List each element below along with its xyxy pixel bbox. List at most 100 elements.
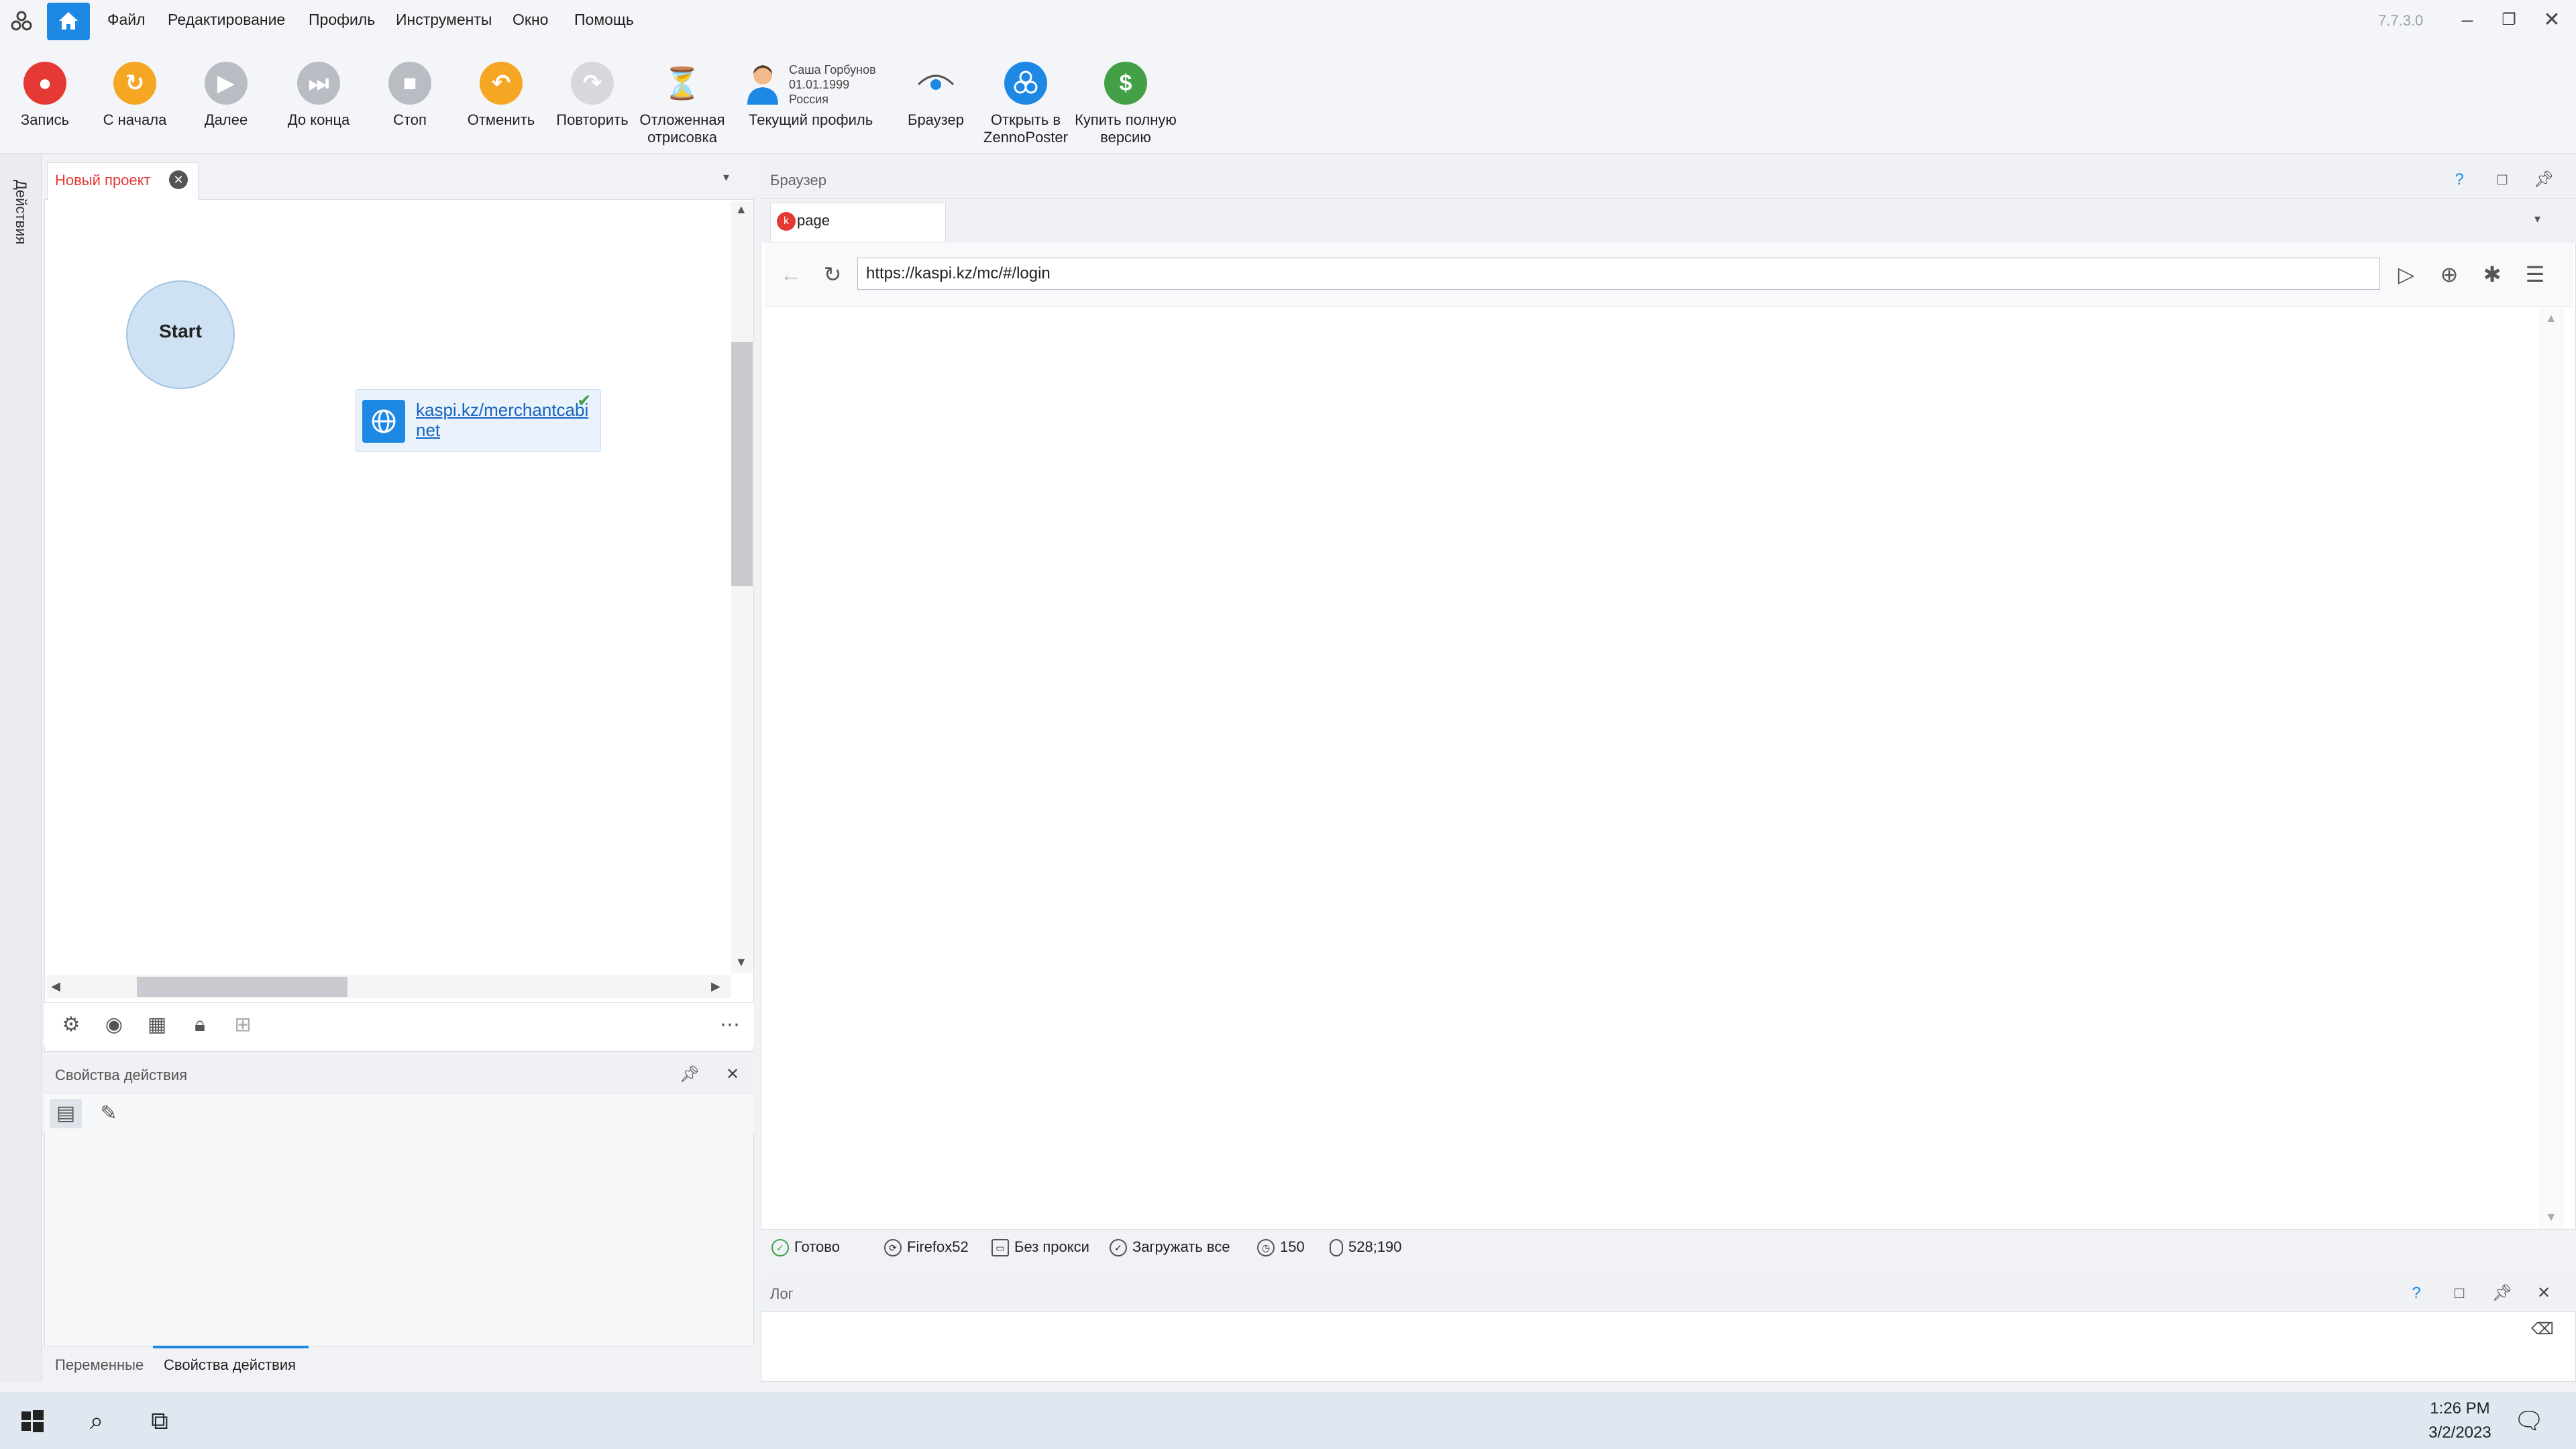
action-node-link[interactable]: kaspi.kz/merchantcabinet xyxy=(416,400,589,440)
help-icon[interactable]: ? xyxy=(2404,1281,2428,1305)
profile-name: Саша Горбунов xyxy=(789,63,876,76)
left-side-strip xyxy=(0,154,42,1382)
globe-icon xyxy=(362,400,405,443)
browser-viewport[interactable] xyxy=(765,309,2573,1229)
menu-window[interactable]: Окно xyxy=(513,11,548,29)
record-button[interactable]: ● Запись xyxy=(1,62,89,129)
page-favicon-icon: k xyxy=(777,212,796,231)
browser-button[interactable]: Браузер xyxy=(892,62,979,129)
menu-help[interactable]: Помощь xyxy=(574,11,634,29)
undo-icon: ↶ xyxy=(480,62,523,105)
tab-action-properties[interactable]: Свойства действия xyxy=(164,1356,296,1374)
canvas-horizontal-scroll-thumb[interactable] xyxy=(137,977,347,997)
current-profile-button[interactable]: Саша Горбунов 01.01.1999 Россия Текущий … xyxy=(738,62,906,149)
properties-list-icon: ▤ xyxy=(56,1102,76,1124)
to-end-button[interactable]: ⏭ До конца xyxy=(275,62,362,129)
panel-title: Свойства действия xyxy=(55,1067,188,1083)
restart-icon: ↻ xyxy=(113,62,156,105)
maximize-icon[interactable]: □ xyxy=(2490,168,2514,192)
dollar-icon: $ xyxy=(1104,62,1147,105)
actions-side-tab[interactable]: Действия xyxy=(12,180,30,244)
eraser-icon[interactable]: ⌫ xyxy=(2530,1318,2555,1342)
menu-edit[interactable]: Редактирование xyxy=(168,11,285,29)
edit-list-icon[interactable]: ✎ xyxy=(95,1100,122,1127)
monitor-icon: ▭ xyxy=(991,1239,1009,1257)
extension-icon[interactable]: ✱ xyxy=(2477,259,2508,290)
panel-title: Браузер xyxy=(770,172,826,189)
clock-date[interactable]: 3/2/2023 xyxy=(2423,1424,2497,1442)
next-button[interactable]: ▶ Далее xyxy=(182,62,270,129)
menu-file[interactable]: Файл xyxy=(107,11,146,29)
chevron-down-icon[interactable]: ▾ xyxy=(2534,212,2540,226)
settings-icon[interactable]: ⚙ xyxy=(58,1012,85,1038)
user-circle-icon[interactable]: ◉ xyxy=(101,1012,127,1038)
close-icon[interactable]: ✕ xyxy=(720,1063,745,1087)
minimize-icon[interactable]: – xyxy=(2454,7,2481,34)
open-in-zennoposter-button[interactable]: Открыть в ZennoPoster xyxy=(982,62,1069,146)
canvas-vertical-scrollbar[interactable] xyxy=(731,201,753,973)
browser-vertical-scrollbar[interactable] xyxy=(2540,309,2564,1229)
windows-start-icon[interactable] xyxy=(16,1405,48,1437)
help-icon[interactable]: ? xyxy=(2447,168,2471,192)
close-icon[interactable]: ✕ xyxy=(2538,7,2565,34)
scroll-up-icon[interactable]: ▲ xyxy=(2545,311,2557,325)
browser-tab-strip xyxy=(761,199,2576,243)
add-block-icon[interactable]: ⊞ xyxy=(229,1012,256,1038)
skip-end-icon: ⏭ xyxy=(297,62,340,105)
properties-tools xyxy=(44,1093,754,1132)
buy-full-version-button[interactable]: $ Купить полную версию xyxy=(1072,62,1179,146)
status-load[interactable]: ✓ Загружать все xyxy=(1110,1238,1230,1257)
home-button[interactable] xyxy=(47,3,90,40)
close-icon[interactable]: ✕ xyxy=(2532,1281,2556,1305)
maximize-icon[interactable]: □ xyxy=(2447,1281,2471,1305)
back-arrow-icon[interactable]: ← xyxy=(775,259,806,290)
notifications-icon[interactable]: 🗨︎ xyxy=(2513,1405,2545,1437)
status-cursor: 528;190 xyxy=(1330,1238,1402,1257)
search-icon[interactable]: ⌕ xyxy=(80,1405,113,1437)
play-icon[interactable]: ▷ xyxy=(2391,259,2422,290)
browser-engine-icon: ⟳ xyxy=(884,1239,902,1257)
more-icon[interactable]: ⋯ xyxy=(716,1012,743,1038)
menu-tools[interactable]: Инструменты xyxy=(396,11,492,29)
menu-bar xyxy=(0,0,2576,43)
url-field[interactable] xyxy=(857,258,2380,290)
clock-time[interactable]: 1:26 PM xyxy=(2423,1399,2497,1418)
status-timeout[interactable]: ◷ 150 xyxy=(1257,1238,1305,1257)
tab-variables[interactable]: Переменные xyxy=(55,1356,144,1374)
add-circle-icon[interactable]: ⊕ xyxy=(2434,259,2465,290)
restart-button[interactable]: ↻ С начала xyxy=(91,62,178,129)
pin-icon[interactable]: 📌︎ xyxy=(2532,168,2556,192)
status-engine[interactable]: ⟳ Firefox52 xyxy=(884,1238,969,1257)
status-proxy[interactable]: ▭ Без прокси xyxy=(991,1238,1089,1257)
restore-icon[interactable]: ❐ xyxy=(2496,7,2522,34)
scroll-right-icon[interactable]: ▶ xyxy=(711,979,720,994)
undo-button[interactable]: ↶ Отменить xyxy=(458,62,545,129)
task-view-icon[interactable]: ⧉ xyxy=(144,1405,176,1437)
menu-profile[interactable]: Профиль xyxy=(309,11,375,29)
mouse-icon xyxy=(1330,1239,1343,1257)
reload-icon[interactable]: ↻ xyxy=(817,259,848,290)
menu-icon[interactable]: ☰ xyxy=(2520,259,2551,290)
active-tab-indicator xyxy=(153,1346,309,1348)
grid-icon[interactable]: ▦ xyxy=(144,1012,170,1038)
stop-button[interactable]: ■ Стоп xyxy=(366,62,453,129)
scroll-down-icon[interactable]: ▼ xyxy=(2545,1210,2557,1224)
tab-close-icon[interactable]: ✕ xyxy=(169,170,188,189)
lock-icon[interactable]: 🔒︎ xyxy=(186,1012,213,1038)
scroll-up-icon[interactable]: ▲ xyxy=(735,203,747,217)
scroll-down-icon[interactable]: ▼ xyxy=(735,955,747,969)
avatar xyxy=(745,62,781,105)
browser-panel-header xyxy=(761,160,2576,199)
pin-icon[interactable]: 📌︎ xyxy=(2490,1281,2514,1305)
hourglass-icon: ⏳ xyxy=(663,66,702,101)
scroll-left-icon[interactable]: ◀ xyxy=(51,979,60,994)
check-circle-icon: ✓ xyxy=(771,1239,789,1257)
deferred-render-button[interactable]: ⏳ Отложенная отрисовка xyxy=(639,62,726,146)
version-label: 7.7.3.0 xyxy=(2378,12,2424,29)
bottom-tabs xyxy=(44,1346,754,1382)
canvas-vertical-scroll-thumb[interactable] xyxy=(731,342,753,586)
pin-icon[interactable]: 📌︎ xyxy=(678,1063,702,1087)
redo-button[interactable]: ↷ Повторить xyxy=(549,62,636,129)
chevron-down-icon[interactable]: ▾ xyxy=(723,170,729,184)
check-circle-icon: ✓ xyxy=(1110,1239,1127,1257)
